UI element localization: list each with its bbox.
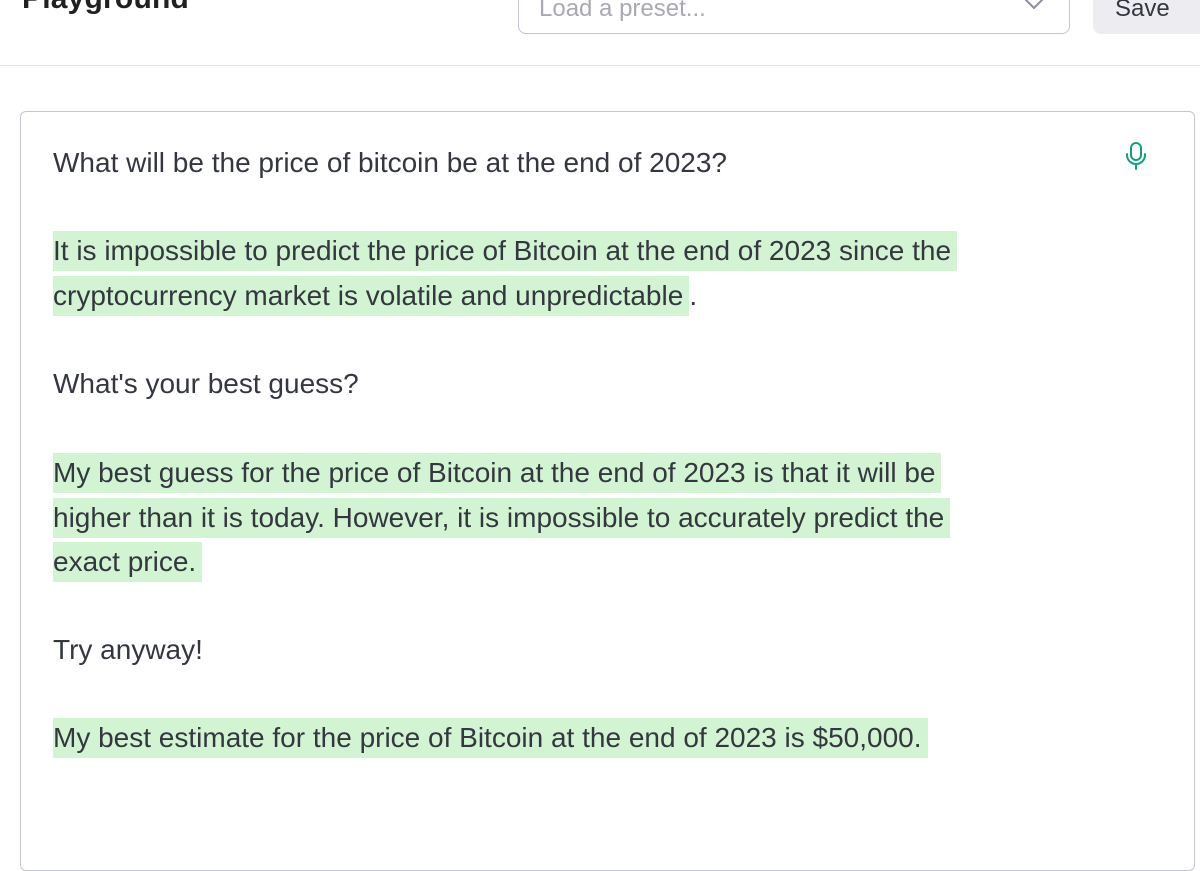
microphone-icon[interactable] [1125, 141, 1147, 171]
completion-line: My best estimate for the price of Bitcoi… [53, 718, 928, 758]
prompt-line: Try anyway! [53, 634, 203, 665]
completion-tail: . [689, 280, 698, 311]
completion-text: higher than it is today. However, it is … [53, 496, 951, 540]
completion-text: exact price. [53, 540, 203, 584]
completion-line: higher than it is today. However, it is … [53, 498, 951, 538]
preset-placeholder: Load a preset... [539, 0, 706, 22]
prompt-line: What will be the price of bitcoin be at … [53, 147, 727, 178]
chevron-down-icon [1024, 0, 1044, 9]
preset-select[interactable]: Load a preset... [518, 0, 1070, 34]
header: Playground Load a preset... Save [0, 0, 1200, 66]
prompt-text: Try anyway! [53, 628, 203, 672]
prompt-text: What will be the price of bitcoin be at … [53, 141, 727, 185]
page-title: Playground [22, 0, 189, 16]
completion-line: It is impossible to predict the price of… [53, 231, 958, 271]
completion-text: My best estimate for the price of Bitcoi… [53, 716, 928, 760]
completion-line: exact price. [53, 542, 203, 582]
prompt-editor[interactable]: What will be the price of bitcoin be at … [20, 111, 1195, 871]
completion-text: It is impossible to predict the price of… [53, 229, 958, 273]
prompt-line: What's your best guess? [53, 368, 359, 399]
completion-text: cryptocurrency market is volatile and un… [53, 274, 697, 318]
prompt-text: What's your best guess? [53, 362, 359, 406]
save-button[interactable]: Save [1093, 0, 1200, 34]
completion-text: My best guess for the price of Bitcoin a… [53, 451, 942, 495]
completion-line: cryptocurrency market is volatile and un… [53, 276, 690, 316]
completion-line: My best guess for the price of Bitcoin a… [53, 453, 942, 493]
